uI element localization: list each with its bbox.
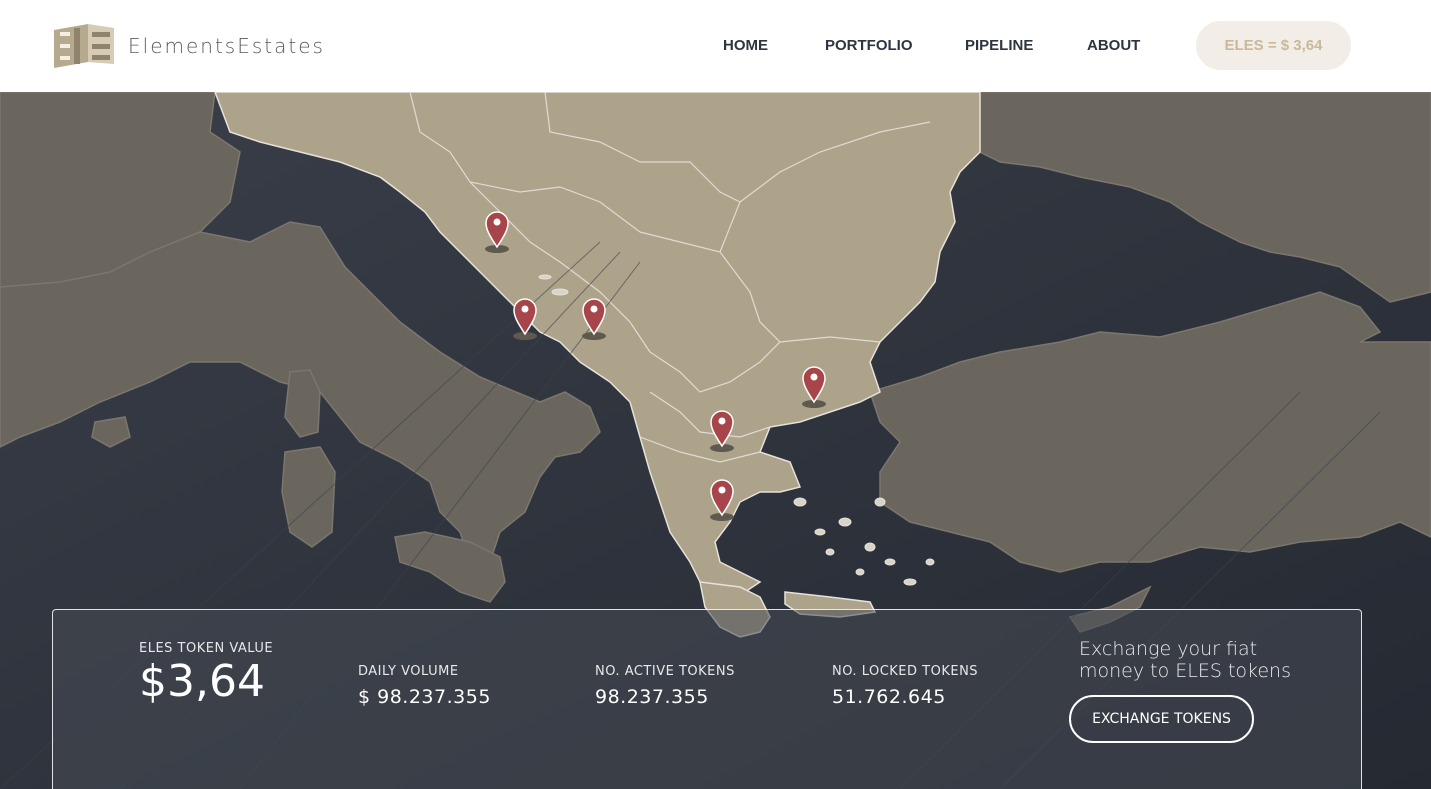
nav-pipeline-link[interactable]: PIPELINE [965, 37, 1033, 54]
token-value-label: ELES TOKEN VALUE [139, 641, 274, 656]
nav-portfolio-link[interactable]: PORTFOLIO [825, 37, 913, 54]
daily-volume-label: DAILY VOLUME [358, 664, 459, 679]
brand-name: ElementsEstates [128, 34, 325, 58]
site-header: ElementsEstates HOME PORTFOLIO PIPELINE … [0, 0, 1431, 92]
locked-tokens-label: NO. LOCKED TOKENS [832, 664, 979, 679]
nav-about-link[interactable]: ABOUT [1087, 37, 1140, 54]
exchange-description: Exchange your fiat money to ELES tokens [1079, 638, 1291, 682]
properties-map[interactable]: ELES TOKEN VALUE $3,64 DAILY VOLUME $ 98… [0, 92, 1431, 789]
token-price-badge[interactable]: ELES = $ 3,64 [1196, 21, 1351, 70]
token-value: $3,64 [139, 656, 265, 707]
locked-tokens-value: 51.762.645 [832, 686, 946, 708]
active-tokens-value: 98.237.355 [595, 686, 709, 708]
brand-logo[interactable]: ElementsEstates [52, 22, 325, 70]
exchange-tokens-button[interactable]: EXCHANGE TOKENS [1069, 695, 1254, 743]
daily-volume-value: $ 98.237.355 [358, 686, 491, 708]
nav-home-link[interactable]: HOME [723, 37, 768, 54]
logo-mark-icon [54, 24, 114, 68]
token-stats-panel: ELES TOKEN VALUE $3,64 DAILY VOLUME $ 98… [52, 609, 1362, 789]
active-tokens-label: NO. ACTIVE TOKENS [595, 664, 735, 679]
